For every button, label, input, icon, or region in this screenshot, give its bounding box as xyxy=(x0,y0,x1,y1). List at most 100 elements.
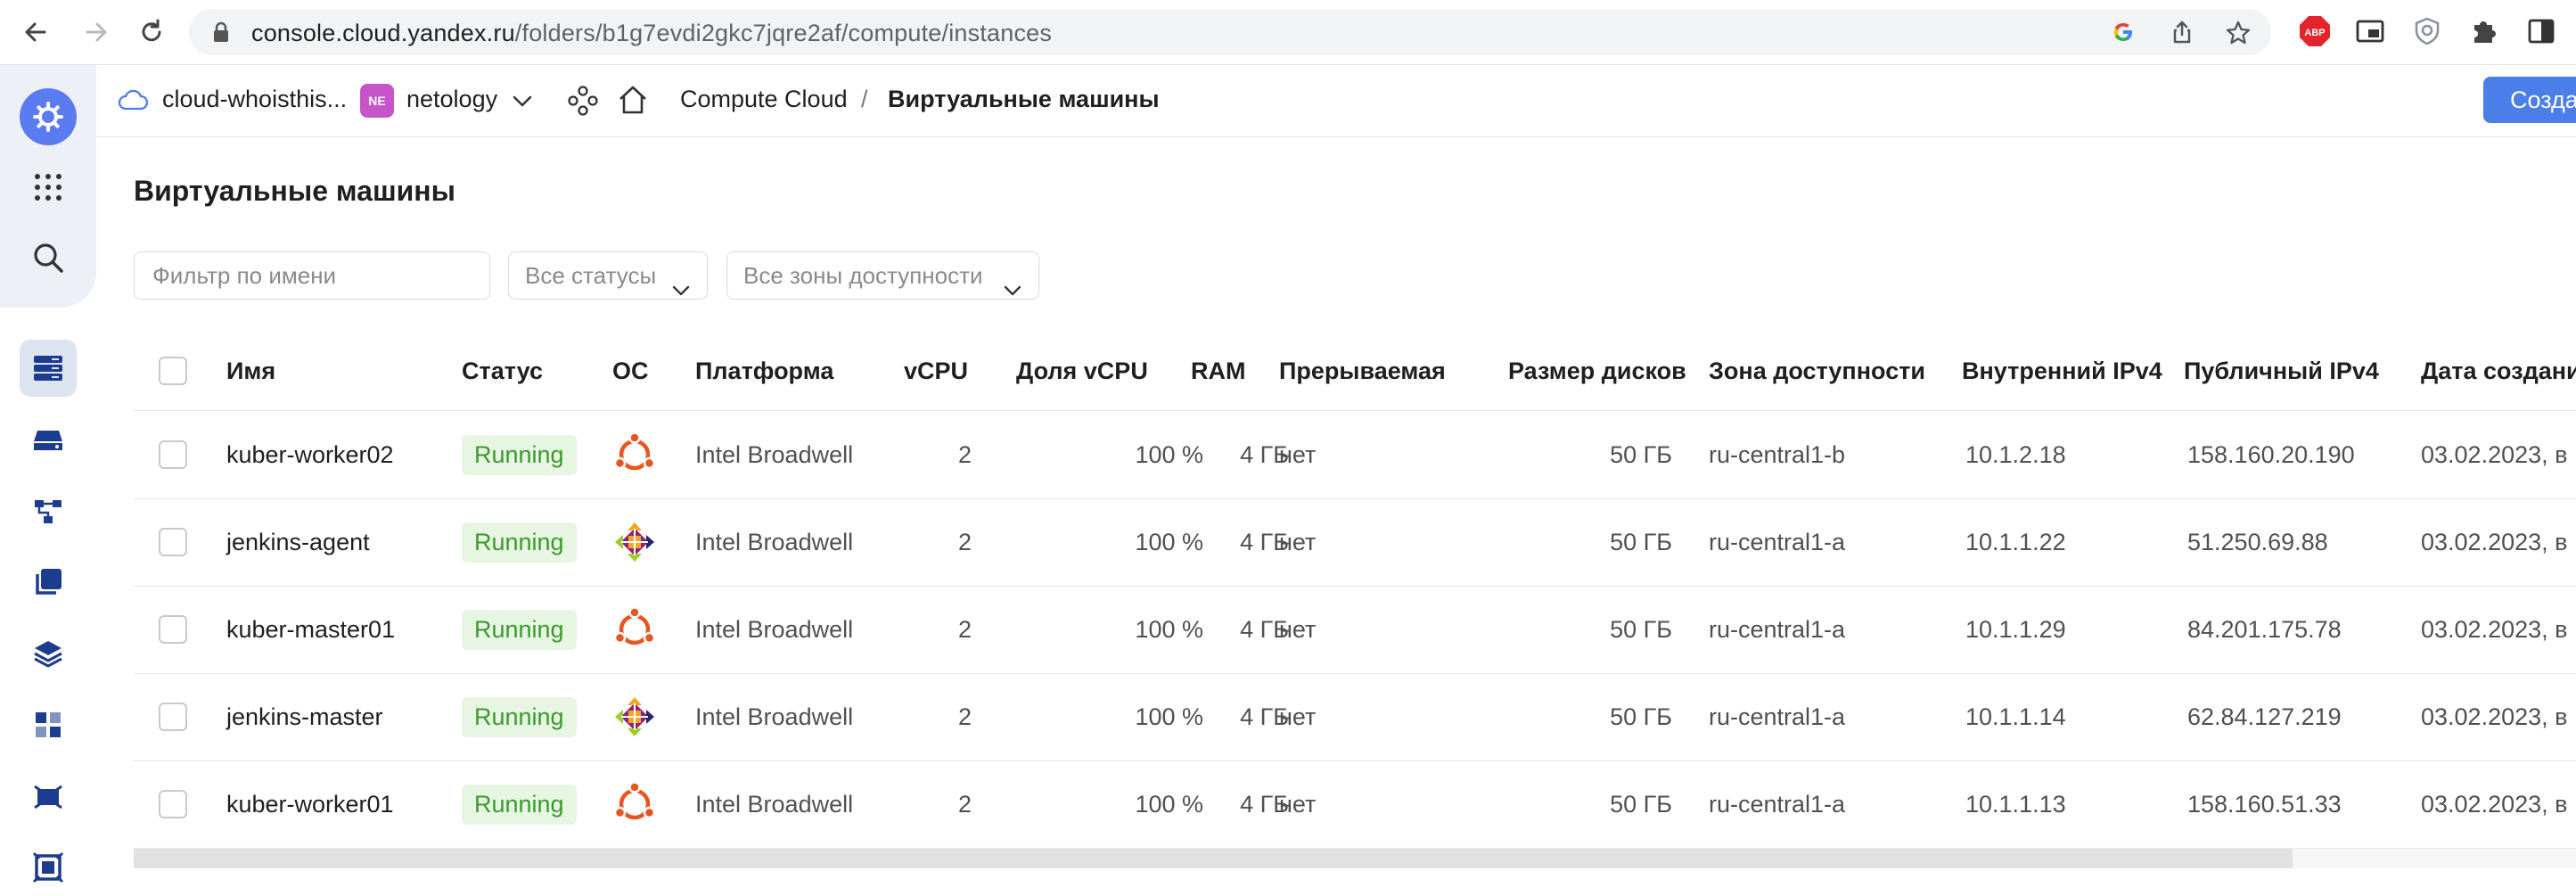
picture-in-picture-icon[interactable] xyxy=(2355,16,2385,51)
status-cell: Running xyxy=(462,760,577,848)
table-row[interactable]: kuber-worker01 Running Intel Broadwell 2 100… xyxy=(134,760,2576,849)
privacy-shield-icon[interactable] xyxy=(2412,16,2442,51)
row-checkbox[interactable] xyxy=(159,703,187,731)
home-icon[interactable] xyxy=(617,84,649,120)
column-header-internal-ip[interactable]: Внутренний IPv4 xyxy=(1962,332,2162,410)
adblock-icon[interactable]: ABP xyxy=(2298,14,2332,53)
zone-select-value: Все зоны доступности xyxy=(743,262,983,289)
folder-selector[interactable]: netology xyxy=(406,86,497,113)
virtual-machines-nav[interactable] xyxy=(20,340,77,397)
zone-cell: ru-central1-a xyxy=(1709,790,1846,818)
platform-cell: Intel Broadwell xyxy=(695,703,854,730)
zone-cell: ru-central1-b xyxy=(1709,440,1846,468)
status-badge: Running xyxy=(462,522,577,563)
instance-groups-nav[interactable] xyxy=(20,696,77,753)
star-icon[interactable] xyxy=(2225,20,2252,51)
extensions-puzzle-icon[interactable] xyxy=(2469,16,2499,51)
column-header-created[interactable]: Дата создания xyxy=(2421,332,2576,410)
status-badge: Running xyxy=(462,609,577,650)
grid-dots-icon xyxy=(35,174,62,201)
create-button[interactable]: Создать xyxy=(2483,77,2576,123)
share-icon[interactable] xyxy=(2170,20,2195,49)
table-row[interactable]: jenkins-agent Running Intel Broadwell 2 100 … xyxy=(134,498,2576,587)
column-header-os[interactable]: ОС xyxy=(612,332,649,410)
cloud-icon xyxy=(118,88,149,116)
row-checkbox[interactable] xyxy=(159,615,187,644)
created-cell: 03.02.2023, в xyxy=(2421,615,2568,643)
row-select-cell xyxy=(159,411,187,498)
column-header-zone[interactable]: Зона доступности xyxy=(1709,332,1925,410)
disks-nav[interactable] xyxy=(20,411,77,468)
disk-size-cell: 50 ГБ xyxy=(1610,440,1672,468)
chevron-down-icon xyxy=(1003,267,1022,314)
google-icon[interactable] xyxy=(2111,20,2136,49)
column-header-status[interactable]: Статус xyxy=(462,332,543,410)
preemptible-cell: нет xyxy=(1279,440,1317,468)
status-badge: Running xyxy=(462,784,577,825)
platform-cell: Intel Broadwell xyxy=(695,440,854,468)
row-checkbox[interactable] xyxy=(159,528,187,556)
placement-groups-nav[interactable] xyxy=(20,482,77,539)
images-nav[interactable] xyxy=(20,554,77,611)
table-row[interactable]: jenkins-master Running Intel Broadwell 2 100… xyxy=(134,673,2576,761)
status-select[interactable]: Все статусы xyxy=(508,251,708,300)
row-checkbox[interactable] xyxy=(159,790,187,818)
instance-name[interactable]: kuber-master01 xyxy=(226,586,395,673)
instance-name[interactable]: jenkins-agent xyxy=(226,498,370,586)
gpu-clusters-nav[interactable] xyxy=(20,768,77,825)
reload-button[interactable] xyxy=(134,14,169,50)
snapshots-nav[interactable] xyxy=(20,625,77,682)
services-graph-icon[interactable] xyxy=(567,85,599,121)
ram-cell: 4 ГБ xyxy=(1240,703,1289,730)
column-header-disk-size[interactable]: Размер дисков xyxy=(1508,332,1686,410)
forward-button[interactable] xyxy=(78,14,114,50)
column-header-public-ip[interactable]: Публичный IPv4 xyxy=(2184,332,2379,410)
network-nodes-icon xyxy=(35,500,62,523)
internal-ip-cell: 10.1.1.29 xyxy=(1965,615,2066,643)
column-header-vcpu[interactable]: vCPU xyxy=(904,332,968,410)
column-header-preemptible[interactable]: Прерываемая xyxy=(1279,332,1446,410)
chevron-down-icon[interactable] xyxy=(512,92,533,114)
search-button[interactable] xyxy=(20,229,77,286)
all-services-button[interactable] xyxy=(20,159,77,216)
centos-logo-icon xyxy=(612,673,657,760)
zone-cell: ru-central1-a xyxy=(1709,615,1846,643)
ram-cell: 4 ГБ xyxy=(1240,615,1289,643)
table-row[interactable]: kuber-master01 Running Intel Broadwell 2 100… xyxy=(134,586,2576,674)
back-button[interactable] xyxy=(18,14,53,50)
breadcrumb-service[interactable]: Compute Cloud xyxy=(680,86,848,113)
cloud-selector[interactable]: cloud-whoisthis... xyxy=(162,86,347,113)
host-groups-nav[interactable] xyxy=(20,839,77,896)
instance-name[interactable]: kuber-worker02 xyxy=(226,411,394,498)
url-text: console.cloud.yandex.ru/folders/b1g7evdi… xyxy=(251,20,1052,47)
disk-size-cell: 50 ГБ xyxy=(1610,528,1672,555)
column-header-platform[interactable]: Платформа xyxy=(695,332,833,410)
column-header-vcpu-share[interactable]: Доля vCPU xyxy=(1016,332,1148,410)
select-all-checkbox[interactable] xyxy=(159,357,187,385)
column-header-name[interactable]: Имя xyxy=(226,332,275,410)
public-ip-cell: 84.201.175.78 xyxy=(2187,615,2342,643)
layers-icon xyxy=(34,641,62,668)
name-filter-field[interactable] xyxy=(134,251,490,300)
vcpu-share-cell: 100 % xyxy=(1135,615,1203,643)
ram-cell: 4 ГБ xyxy=(1240,528,1289,555)
breadcrumb-current: Виртуальные машины xyxy=(888,86,1160,112)
internal-ip-cell: 10.1.1.22 xyxy=(1965,528,2066,555)
centos-logo-icon xyxy=(612,498,657,586)
instance-name[interactable]: kuber-worker01 xyxy=(226,760,394,848)
name-filter-input[interactable] xyxy=(151,261,439,291)
column-header-ram[interactable]: RAM xyxy=(1191,332,1246,410)
instance-name[interactable]: jenkins-master xyxy=(226,673,383,760)
horizontal-scrollbar-thumb[interactable] xyxy=(134,849,2293,868)
zone-select[interactable]: Все зоны доступности xyxy=(726,251,1039,300)
back-arrow-icon xyxy=(25,22,46,42)
group-blocks-icon xyxy=(36,712,61,737)
side-panel-icon[interactable] xyxy=(2526,16,2556,51)
status-badge: Running xyxy=(462,434,577,475)
console-logo[interactable] xyxy=(20,88,77,145)
address-bar[interactable]: console.cloud.yandex.ru/folders/b1g7evdi… xyxy=(189,9,2271,55)
row-checkbox[interactable] xyxy=(159,440,187,469)
table-row[interactable]: kuber-worker02 Running Intel Broadwell 2 100… xyxy=(134,411,2576,499)
status-cell: Running xyxy=(462,498,577,586)
lock-icon xyxy=(212,21,230,47)
